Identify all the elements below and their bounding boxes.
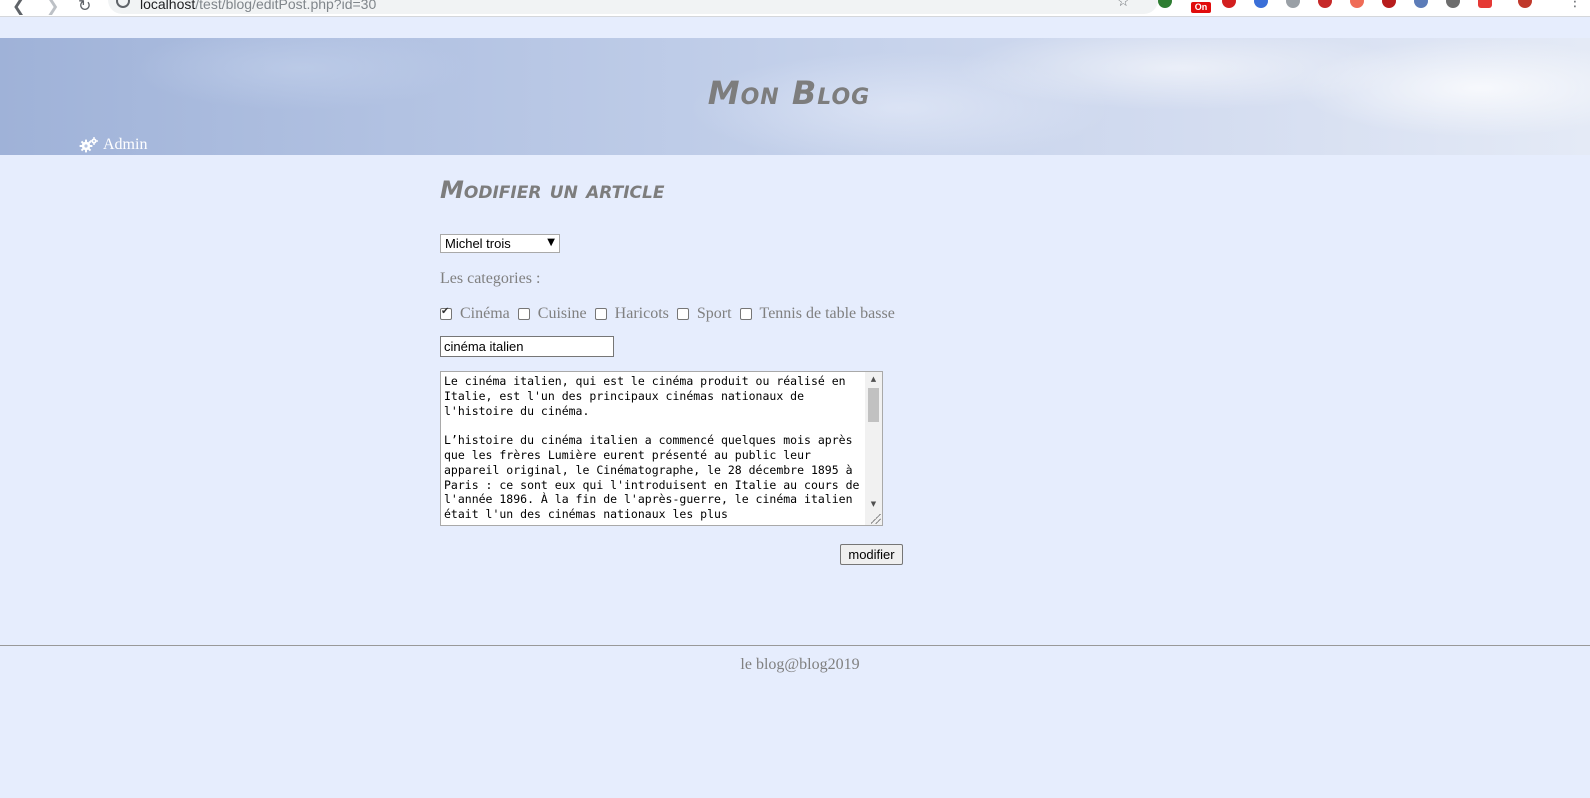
category-label: Tennis de table basse	[759, 305, 895, 322]
extension-icon[interactable]	[1158, 0, 1172, 8]
category-label: Haricots	[614, 305, 669, 322]
extension-icon[interactable]	[1382, 0, 1396, 8]
extension-icon[interactable]	[1318, 0, 1332, 8]
category-checkbox[interactable]	[739, 308, 752, 320]
scroll-down-arrow-icon[interactable]: ▼	[865, 497, 882, 511]
site-title[interactable]: Mon Blog	[0, 74, 1578, 112]
category-option-sport[interactable]: Sport	[676, 305, 732, 323]
scroll-up-arrow-icon[interactable]: ▲	[865, 372, 882, 386]
author-select[interactable]: Michel trois ▼	[440, 234, 560, 253]
profile-avatar[interactable]	[1518, 0, 1532, 8]
back-icon[interactable]: ❮	[12, 0, 25, 15]
extension-icon[interactable]	[1414, 0, 1428, 8]
header-banner: Mon Blog Admin	[0, 38, 1590, 155]
url-path: /test/blog/editPost.php?id=30	[195, 0, 377, 12]
category-option-cinema[interactable]: Cinéma	[440, 305, 510, 323]
bookmark-star-icon[interactable]: ☆	[1117, 0, 1130, 10]
extension-on-badge[interactable]: On	[1191, 2, 1211, 13]
article-title-input[interactable]: cinéma italien	[440, 336, 614, 357]
category-checkbox[interactable]	[517, 308, 530, 320]
admin-link-label: Admin	[103, 136, 148, 153]
category-label: Cuisine	[537, 305, 587, 322]
category-option-tennis[interactable]: Tennis de table basse	[739, 305, 895, 323]
reload-icon[interactable]: ↻	[78, 0, 91, 15]
extension-icon[interactable]	[1446, 0, 1460, 8]
category-checkbox[interactable]	[676, 308, 689, 320]
category-checkbox[interactable]	[594, 308, 607, 320]
footer-text: le blog@blog2019	[740, 656, 860, 673]
modifier-button[interactable]: modifier	[840, 544, 903, 565]
extension-icon[interactable]	[1222, 0, 1236, 8]
admin-link[interactable]: Admin	[79, 136, 147, 154]
categories-list: Cinéma Cuisine Haricots Sport Tennis de …	[440, 305, 903, 323]
extension-icon[interactable]	[1350, 0, 1364, 8]
category-option-haricots[interactable]: Haricots	[594, 305, 669, 323]
author-select-value: Michel trois	[445, 236, 511, 251]
address-bar-url[interactable]: localhost/test/blog/editPost.php?id=30	[140, 0, 376, 12]
category-checkbox[interactable]	[440, 306, 452, 320]
scroll-thumb[interactable]	[868, 388, 879, 422]
browser-toolbar: ❮ ❯ ↻ localhost/test/blog/editPost.php?i…	[0, 0, 1590, 17]
extension-icon[interactable]	[1254, 0, 1268, 8]
browser-menu-icon[interactable]: ⋮	[1568, 0, 1582, 10]
cogs-icon	[79, 137, 98, 153]
dropdown-arrow-icon: ▼	[547, 237, 555, 248]
url-host: localhost	[140, 0, 196, 12]
article-content-text: Le cinéma italien, qui est le cinéma pro…	[444, 374, 860, 522]
resize-handle-icon[interactable]	[871, 514, 881, 524]
page-title: Modifier un article	[440, 176, 665, 204]
forward-icon[interactable]: ❯	[46, 0, 59, 15]
article-content-textarea[interactable]: Le cinéma italien, qui est le cinéma pro…	[440, 371, 883, 526]
footer-divider	[0, 645, 1590, 646]
extension-icon[interactable]	[1478, 0, 1492, 8]
category-label: Cinéma	[460, 305, 510, 322]
textarea-scrollbar[interactable]: ▲ ▼	[865, 372, 882, 525]
extension-icon[interactable]	[1286, 0, 1300, 8]
category-label: Sport	[696, 305, 732, 322]
category-option-cuisine[interactable]: Cuisine	[517, 305, 587, 323]
categories-label: Les categories :	[440, 270, 541, 287]
